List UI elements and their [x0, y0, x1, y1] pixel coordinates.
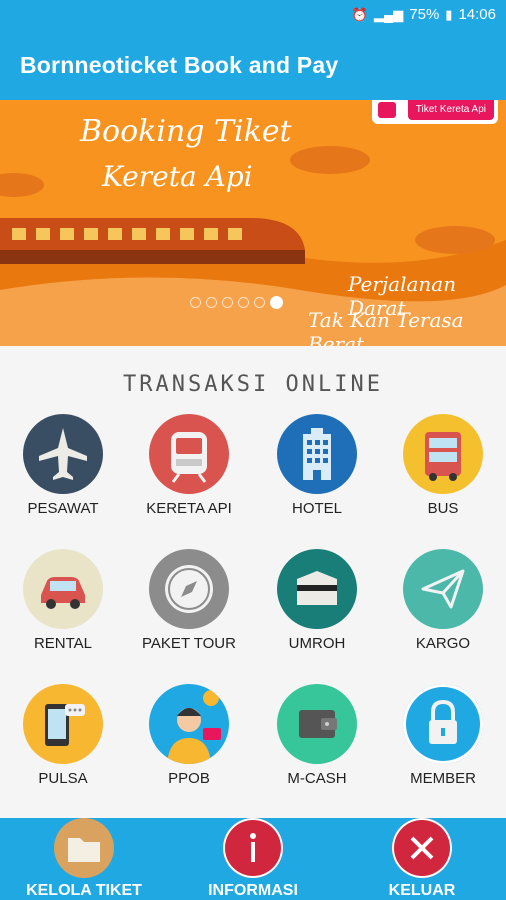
service-label: M-CASH — [287, 770, 347, 787]
carousel-indicator[interactable] — [190, 296, 283, 309]
service-paket-tour[interactable]: PAKET TOUR — [126, 549, 252, 652]
nav-label: KELUAR — [388, 882, 456, 899]
service-label: RENTAL — [33, 635, 93, 652]
service-kereta-api[interactable]: KERETA API — [126, 414, 252, 517]
nav-keluar[interactable]: KELUAR — [338, 818, 506, 900]
carousel-dot[interactable] — [254, 297, 265, 308]
battery-percent: 75% — [409, 6, 440, 23]
app-bar: Bornneoticket Book and Pay — [0, 32, 506, 100]
train-icon — [149, 414, 229, 494]
kaaba-icon — [277, 549, 357, 629]
banner-badge-text: Tiket Kereta Api — [407, 100, 494, 120]
promo-banner[interactable]: Booking Tiket Kereta Api Tiket Kereta Ap… — [0, 100, 506, 346]
banner-title-line1: Booking Tiket — [80, 114, 292, 149]
app-title: Bornneoticket Book and Pay — [20, 52, 339, 78]
service-rental[interactable]: RENTAL — [0, 549, 126, 652]
nav-informasi[interactable]: INFORMASI — [169, 818, 337, 900]
info-icon — [223, 818, 283, 878]
hotel-building-icon — [277, 414, 357, 494]
airplane-icon — [23, 414, 103, 494]
banner-title-line2: Kereta Api — [102, 160, 253, 193]
service-member[interactable]: MEMBER — [380, 684, 506, 787]
status-bar: ⏰ ▂▄▆ 75% ▮ 14:06 — [0, 0, 506, 32]
car-icon — [23, 549, 103, 629]
service-kargo[interactable]: KARGO — [380, 549, 506, 652]
alarm-icon: ⏰ — [351, 6, 369, 22]
signal-icon: ▂▄▆ — [374, 6, 404, 22]
service-label: HOTEL — [291, 500, 342, 517]
service-label: PPOB — [168, 770, 210, 787]
service-label: BUS — [427, 500, 459, 517]
carousel-dot-active[interactable] — [270, 296, 283, 309]
service-m-cash[interactable]: M-CASH — [254, 684, 380, 787]
nav-label: INFORMASI — [208, 882, 298, 899]
service-label: UMROH — [288, 635, 346, 652]
folder-icon — [54, 818, 114, 878]
customer-service-icon — [149, 684, 229, 764]
service-bus[interactable]: BUS — [380, 414, 506, 517]
train-badge-icon — [378, 102, 396, 118]
bus-icon — [403, 414, 483, 494]
service-label: MEMBER — [410, 770, 476, 787]
banner-tagline-line2: Tak Kan Terasa Berat — [308, 308, 464, 346]
paper-plane-icon — [403, 549, 483, 629]
carousel-dot[interactable] — [190, 297, 201, 308]
carousel-dot[interactable] — [238, 297, 249, 308]
service-ppob[interactable]: PPOB — [126, 684, 252, 787]
compass-icon — [149, 549, 229, 629]
wallet-icon — [277, 684, 357, 764]
service-label: KERETA API — [146, 500, 232, 517]
service-label: PULSA — [38, 770, 88, 787]
section-title: TRANSAKSI ONLINE — [123, 372, 383, 397]
bottom-nav: KELOLA TIKET INFORMASI KELUAR — [0, 818, 506, 900]
service-hotel[interactable]: HOTEL — [254, 414, 380, 517]
close-icon — [392, 818, 452, 878]
nav-label: KELOLA TIKET — [26, 882, 142, 899]
banner-badge: Tiket Kereta Api — [372, 100, 498, 124]
service-label: PESAWAT — [27, 500, 99, 517]
clock: 14:06 — [458, 6, 496, 23]
status-indicators: ⏰ ▂▄▆ 75% ▮ 14:06 — [352, 6, 496, 23]
nav-kelola-tiket[interactable]: KELOLA TIKET — [0, 818, 168, 900]
service-pulsa[interactable]: PULSA — [0, 684, 126, 787]
carousel-dot[interactable] — [206, 297, 217, 308]
lock-icon — [403, 684, 483, 764]
service-pesawat[interactable]: PESAWAT — [0, 414, 126, 517]
carousel-dot[interactable] — [222, 297, 233, 308]
service-label: KARGO — [415, 635, 471, 652]
battery-icon: ▮ — [445, 6, 453, 22]
service-umroh[interactable]: UMROH — [254, 549, 380, 652]
phone-chat-icon — [23, 684, 103, 764]
service-label: PAKET TOUR — [142, 635, 236, 652]
